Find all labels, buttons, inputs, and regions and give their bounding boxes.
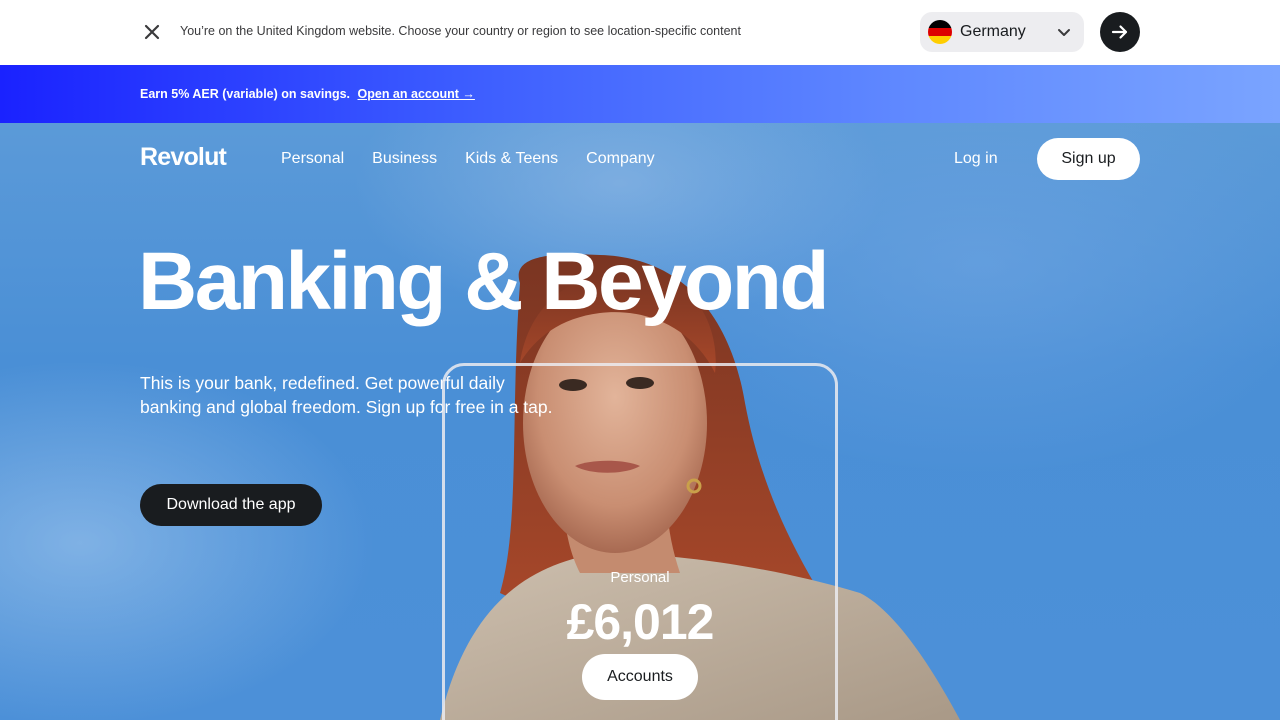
hero-headline: Banking & Beyond (138, 236, 829, 327)
signup-button[interactable]: Sign up (1037, 138, 1140, 180)
account-balance: £6,012 (566, 594, 715, 650)
country-go-button[interactable] (1100, 12, 1140, 52)
country-select[interactable]: Germany (920, 12, 1084, 52)
nav-item-company[interactable]: Company (586, 150, 654, 168)
promo-banner: Earn 5% AER (variable) on savings. Open … (0, 65, 1280, 123)
nav-item-kids-teens[interactable]: Kids & Teens (465, 150, 558, 168)
selected-country: Germany (960, 23, 1026, 40)
download-app-button[interactable]: Download the app (140, 484, 322, 526)
arrow-right-icon (1111, 25, 1128, 39)
chevron-down-icon (1058, 29, 1070, 36)
revolut-logo[interactable]: Revolut (140, 143, 227, 172)
promo-text-wrap: Earn 5% AER (variable) on savings. Open … (140, 87, 475, 101)
accounts-button[interactable]: Accounts (582, 654, 698, 700)
germany-flag-icon (928, 20, 952, 44)
close-icon (144, 24, 160, 40)
account-label: Personal (610, 569, 670, 586)
login-link[interactable]: Log in (954, 150, 998, 168)
nav-item-personal[interactable]: Personal (281, 150, 344, 168)
nav-item-business[interactable]: Business (372, 150, 437, 168)
promo-text: Earn 5% AER (variable) on savings. (140, 87, 351, 101)
open-account-link[interactable]: Open an account → (358, 87, 475, 101)
hero-section: Revolut Personal Business Kids & Teens C… (0, 123, 1280, 720)
main-nav: Personal Business Kids & Teens Company (281, 150, 655, 168)
country-message: You’re on the United Kingdom website. Ch… (180, 24, 741, 38)
close-country-bar-button[interactable] (140, 20, 164, 44)
country-bar: You’re on the United Kingdom website. Ch… (0, 0, 1280, 65)
